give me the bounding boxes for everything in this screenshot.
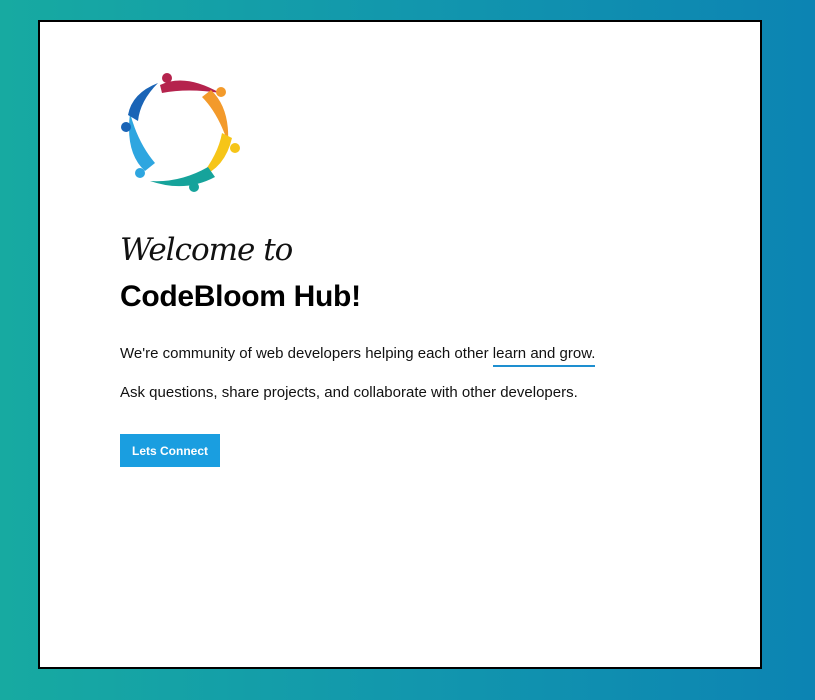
secondary-paragraph: Ask questions, share projects, and colla… <box>120 384 578 401</box>
logo-figure-5 <box>129 113 155 178</box>
learn-and-grow-highlight: learn and grow. <box>492 345 596 367</box>
logo-figure-6 <box>121 83 158 132</box>
community-logo-graphic <box>121 73 240 192</box>
community-logo-icon <box>120 72 240 194</box>
logo-figure-4 <box>150 167 215 192</box>
welcome-script-text: Welcome to <box>120 232 293 268</box>
lets-connect-button[interactable]: Lets Connect <box>120 434 220 467</box>
intro-text: We're community of web developers helpin… <box>120 345 493 362</box>
intro-paragraph: We're community of web developers helpin… <box>120 345 596 367</box>
page-title: CodeBloom Hub! <box>120 280 361 313</box>
welcome-card: Welcome to CodeBloom Hub! We're communit… <box>38 20 762 669</box>
